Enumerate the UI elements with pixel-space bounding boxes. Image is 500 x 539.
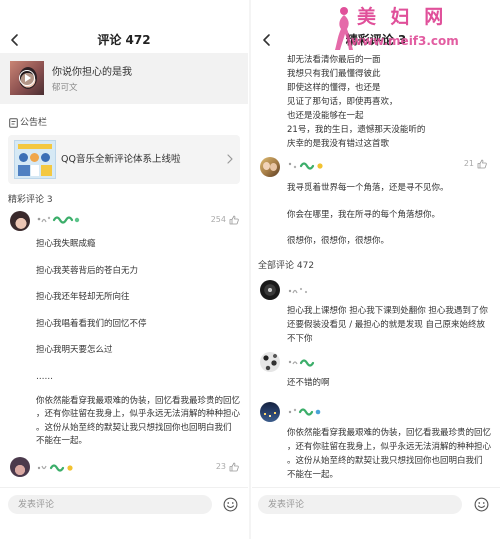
- composer-divider: [0, 487, 248, 488]
- all-comments-label: 全部评论 472: [258, 261, 315, 271]
- notice-image-person: [41, 153, 50, 162]
- avatar-photo-light: [264, 413, 266, 415]
- notice-text: QQ音乐全新评论体系上线啦: [61, 154, 181, 165]
- notice-image: [14, 140, 56, 179]
- comment-text-line: 担心我上课想你 担心我下课到处翻你 担心我遇到了你: [287, 306, 488, 316]
- comment-text-line: 不下你: [287, 334, 313, 344]
- emoji-icon[interactable]: [223, 497, 238, 512]
- notice-card[interactable]: QQ音乐全新评论体系上线啦: [8, 135, 240, 184]
- avatar-photo-face: [263, 162, 270, 170]
- comment-text-line: 还要假装没看见 / 最担心的就是发现 自己原来始终放: [287, 320, 485, 330]
- comment-text-line: 担心我唱着看我们的回忆不停: [36, 319, 147, 329]
- page-title: 评论 472: [97, 33, 151, 47]
- notice-icon: [9, 118, 18, 128]
- comment-text-line: 担心我失眠成瘾: [36, 239, 96, 249]
- username[interactable]: [36, 462, 86, 474]
- notice-image-person: [30, 153, 39, 162]
- emoji-icon[interactable]: [474, 497, 489, 512]
- comment-text-line: 你依然能看穿我最艰难的伪装，回忆看我最珍贵的回忆: [36, 396, 241, 406]
- watermark-url: www.meif3.com: [351, 34, 459, 48]
- comment: 还不错的啊: [252, 352, 500, 390]
- comment-text-line: 担心我还年轻却无所向往: [36, 292, 130, 302]
- left-screen: 评论 472 你说你担心的是我 郁可文 公告栏 QQ音乐全新评论体系上线啦 精彩…: [0, 0, 248, 539]
- comment-text-line: 庆幸的是我没有错过这首歌: [287, 139, 390, 149]
- screen-divider: [249, 0, 251, 539]
- username[interactable]: [36, 214, 86, 226]
- avatar[interactable]: [260, 157, 280, 177]
- right-screen: 精彩评论 3 却无法看清你最后的一面 我想只有我们最懂得彼此 即使这样的懂得，也…: [252, 0, 500, 539]
- avatar[interactable]: [260, 280, 280, 300]
- comment-text-line: 也还是没能够在一起: [287, 111, 364, 121]
- comment-text-line: 你会在哪里，我在所寻的每个角落想你。: [287, 210, 441, 220]
- comment-text-line: 见证了那句话，即使再喜欢，: [287, 97, 398, 107]
- avatar[interactable]: [10, 457, 30, 477]
- username[interactable]: [287, 160, 337, 172]
- comment-text-line: 你依然能看穿我最艰难的伪装，回忆看我最珍贵的回忆: [287, 428, 492, 438]
- comment-text-line: 担心我芙蓉背后的苍白无力: [36, 266, 139, 276]
- comment: 担心我上课想你 担心我下课到处翻你 担心我遇到了你 还要假装没看见 / 最担心的…: [252, 280, 500, 346]
- username[interactable]: [287, 406, 337, 418]
- play-icon[interactable]: [19, 70, 35, 86]
- comment-text-line: 。这份从始至终的默契让我只想找回你也回明白我们: [36, 423, 232, 433]
- comment-text-line: 不能在一起。: [36, 436, 88, 446]
- avatar-photo-face: [270, 163, 277, 171]
- avatar-photo-light: [274, 412, 276, 414]
- username[interactable]: [287, 357, 337, 369]
- thumb-up-icon[interactable]: [229, 215, 239, 225]
- like-count: 254: [210, 215, 226, 224]
- comment-text-line: 不能在一起。: [287, 470, 339, 480]
- watermark-name: 美 妇 网: [357, 6, 448, 28]
- comment-text-line: ……: [36, 372, 53, 382]
- comment-text-line: 。这份从始至终的默契让我只想找回你也回明白我们: [287, 456, 483, 466]
- comment-text-line: 21号，我的生日，遗憾那天没能听的: [287, 125, 426, 135]
- notice-image-block: [41, 165, 52, 176]
- play-triangle-icon: [25, 74, 31, 82]
- notice-image-person: [19, 153, 28, 162]
- song-title: 你说你担心的是我: [52, 67, 132, 78]
- thumb-up-icon[interactable]: [477, 159, 487, 169]
- comment: 254 担心我失眠成瘾 担心我芙蓉背后的苍白无力 担心我还年轻却无所向往 担心我…: [0, 211, 248, 447]
- comment-text-line: 很想你，很想你，很想你。: [287, 236, 390, 246]
- comment: 你依然能看穿我最艰难的伪装，回忆看我最珍贵的回忆 ，还有你驻留在我身上，似乎永远…: [252, 402, 500, 482]
- comment-text-line: 却无法看清你最后的一面: [287, 55, 381, 65]
- like-count: 21: [463, 159, 474, 168]
- comment-text-line: 担心我明天要怎么过: [36, 345, 113, 355]
- comment: 21 我寻觅着世界每一个角落，还是寻不见你。 你会在哪里，我在所寻的每个角落想你…: [252, 157, 500, 249]
- album-art[interactable]: [10, 61, 44, 95]
- avatar[interactable]: [260, 352, 280, 372]
- featured-comments-label: 精彩评论 3: [8, 195, 53, 205]
- comment-text-line: 还不错的啊: [287, 378, 330, 388]
- comment: 23: [0, 457, 248, 481]
- comment-text-line: 我寻觅着世界每一个角落，还是寻不见你。: [287, 183, 449, 193]
- chevron-right-icon: [227, 154, 233, 164]
- notice-image-block: [18, 165, 30, 176]
- composer-divider: [252, 487, 500, 488]
- comment-text-line: ，还有你驻留在我身上，似乎永远无法消解的种种担心: [36, 409, 241, 419]
- notice-image-banner: [18, 144, 52, 149]
- notice-label: 公告栏: [20, 118, 48, 128]
- comment-text-line: ，还有你驻留在我身上，似乎永远无法消解的种种担心: [287, 442, 492, 452]
- thumb-up-icon[interactable]: [229, 462, 239, 472]
- avatar[interactable]: [260, 402, 280, 422]
- avatar-photo-light: [269, 415, 271, 417]
- comment-input[interactable]: [258, 495, 462, 514]
- comment-text-line: 我想只有我们最懂得彼此: [287, 69, 381, 79]
- comment-text-line: 即使这样的懂得，也还是: [287, 83, 381, 93]
- username[interactable]: [287, 285, 337, 297]
- song-card[interactable]: 你说你担心的是我 郁可文: [0, 53, 248, 104]
- song-artist[interactable]: 郁可文: [52, 82, 78, 94]
- avatar[interactable]: [10, 211, 30, 231]
- like-count: 23: [215, 462, 226, 471]
- comment-input[interactable]: [8, 495, 212, 514]
- notice-image-block: [31, 165, 39, 176]
